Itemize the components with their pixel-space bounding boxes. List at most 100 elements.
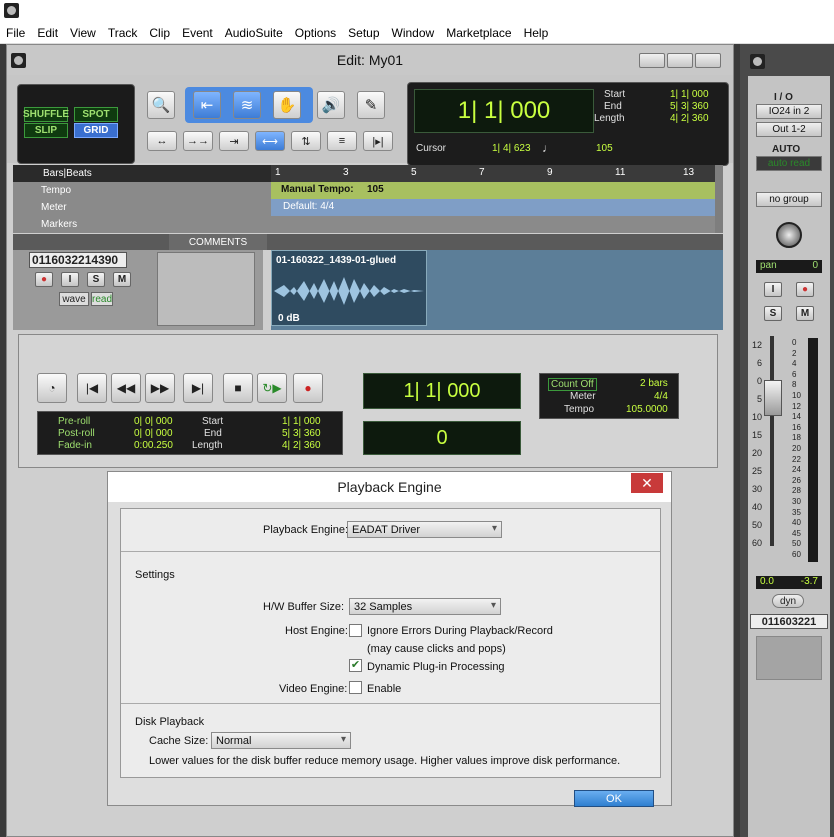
menu-marketplace[interactable]: Marketplace [440, 26, 517, 40]
tempo-ruler[interactable]: Manual Tempo: 105 [271, 182, 715, 199]
preroll-value[interactable]: 0| 0| 000 [134, 416, 173, 427]
menu-setup[interactable]: Setup [342, 26, 385, 40]
mute-button[interactable]: M [113, 272, 131, 287]
dynamic-plugin-checkbox[interactable]: ✔ [349, 659, 362, 672]
transport-sub-counter[interactable]: 0 [363, 421, 521, 455]
menu-options[interactable]: Options [289, 26, 342, 40]
tab-to-transient-button[interactable]: →→ [183, 131, 213, 151]
track-name[interactable]: 0116032214390 [29, 252, 127, 268]
fadein-label[interactable]: Fade-in [58, 440, 92, 451]
input-monitor-button[interactable]: I [61, 272, 79, 287]
minimize-button[interactable] [639, 53, 665, 68]
dialog-title-bar[interactable]: Playback Engine ✕ [108, 472, 671, 502]
start-value[interactable]: 1| 1| 000 [670, 89, 709, 100]
menu-window[interactable]: Window [386, 26, 441, 40]
close-window-button[interactable] [695, 53, 721, 68]
pan-display[interactable]: pan 0 [756, 260, 822, 273]
shuffle-mode-button[interactable]: SHUFFLE [23, 107, 69, 122]
ok-button[interactable]: OK [574, 790, 654, 807]
grabber-tool-button[interactable]: ✋ [273, 91, 301, 119]
markers-ruler-label[interactable]: Markers [13, 216, 271, 233]
menu-view[interactable]: View [64, 26, 102, 40]
menu-track[interactable]: Track [102, 26, 144, 40]
automation-mode-selector[interactable]: auto read [756, 156, 822, 171]
fast-forward-button[interactable]: ▶▶ [145, 373, 175, 403]
solo-button[interactable]: S [87, 272, 105, 287]
tempo-value[interactable]: 105.0000 [626, 404, 668, 415]
selector-tool-button[interactable]: ≋ [233, 91, 261, 119]
link-track-button[interactable]: ⇅ [291, 131, 321, 151]
end-value[interactable]: 5| 3| 360 [282, 428, 321, 439]
output-selector[interactable]: Out 1-2 [756, 122, 822, 137]
record-enable-button[interactable]: ● [796, 282, 814, 297]
rewind-button[interactable]: ◀◀ [111, 373, 141, 403]
insertion-follows-button[interactable]: ≡ [327, 131, 357, 151]
slip-mode-button[interactable]: SLIP [24, 123, 68, 138]
track-view-selector[interactable]: wave [59, 292, 89, 306]
menu-audiosuite[interactable]: AudioSuite [219, 26, 289, 40]
zoom-toggle-button[interactable]: ↔ [147, 131, 177, 151]
dialog-close-button[interactable]: ✕ [631, 473, 663, 493]
tempo-ruler-label[interactable]: Tempo [13, 182, 271, 199]
transport-main-counter[interactable]: 1| 1| 000 [363, 373, 521, 409]
end-value[interactable]: 5| 3| 360 [670, 101, 709, 112]
stop-button[interactable]: ■ [223, 373, 253, 403]
video-engine-checkbox[interactable] [349, 681, 362, 694]
input-monitor-button[interactable]: I [764, 282, 782, 297]
menu-clip[interactable]: Clip [143, 26, 176, 40]
audio-clip[interactable]: 01-160322_1439-01-glued 0 dB [271, 250, 427, 326]
playback-engine-select[interactable]: EADAT Driver [347, 521, 502, 538]
comments-field[interactable] [756, 636, 822, 680]
markers-ruler[interactable] [271, 216, 715, 233]
link-timeline-button[interactable]: ⟷ [255, 131, 285, 151]
automation-mode-selector[interactable]: read [91, 292, 113, 306]
play-button[interactable]: ↻▶ [257, 373, 287, 403]
menu-help[interactable]: Help [518, 26, 555, 40]
postroll-label[interactable]: Post-roll [58, 428, 95, 439]
input-selector[interactable]: IO24 in 2 [756, 104, 822, 119]
meter-ruler-label[interactable]: Meter [13, 199, 271, 216]
channel-name[interactable]: 011603221 [750, 614, 828, 629]
solo-button[interactable]: S [764, 306, 782, 321]
timebase-ruler-label[interactable]: Bars|Beats [13, 165, 271, 182]
track-playlist-area[interactable]: 01-160322_1439-01-glued 0 dB [271, 250, 723, 330]
scrubber-tool-button[interactable]: 🔊 [317, 91, 345, 119]
record-enable-button[interactable]: ● [35, 272, 53, 287]
dyn-button[interactable]: dyn [772, 594, 804, 608]
menu-edit[interactable]: Edit [31, 26, 64, 40]
pencil-tool-button[interactable]: ✎ [357, 91, 385, 119]
zoom-tool-button[interactable]: 🔍 [147, 91, 175, 119]
playback-cursor-button[interactable]: |▸| [363, 131, 393, 151]
comments-field[interactable] [157, 252, 255, 326]
volume-fader-handle[interactable] [764, 380, 782, 416]
edit-window-title-bar[interactable]: Edit: My01 [7, 45, 733, 75]
length-value[interactable]: 4| 2| 360 [670, 113, 709, 124]
length-value[interactable]: 4| 2| 360 [282, 440, 321, 451]
buffer-size-select[interactable]: 32 Samples [349, 598, 501, 615]
preroll-label[interactable]: Pre-roll [58, 416, 90, 427]
cache-size-select[interactable]: Normal [211, 732, 351, 749]
return-to-zero-button[interactable]: |◀ [77, 373, 107, 403]
grid-value[interactable]: 105 [596, 143, 613, 154]
ignore-errors-checkbox[interactable] [349, 624, 362, 637]
volume-display[interactable]: 0.0 -3.7 [756, 576, 822, 589]
menu-file[interactable]: File [0, 26, 31, 40]
start-value[interactable]: 1| 1| 000 [282, 416, 321, 427]
go-to-end-button[interactable]: ▶| [183, 373, 213, 403]
postroll-value[interactable]: 0| 0| 000 [134, 428, 173, 439]
bars-ruler[interactable]: 1 3 5 7 9 11 13 [271, 165, 715, 182]
main-counter[interactable]: 1| 1| 000 [414, 89, 594, 133]
record-button[interactable]: ● [293, 373, 323, 403]
menu-event[interactable]: Event [176, 26, 219, 40]
pan-knob[interactable] [776, 222, 802, 248]
count-off-button[interactable]: Count Off [548, 378, 597, 391]
spot-mode-button[interactable]: SPOT [74, 107, 118, 122]
online-button[interactable]: ◔ [37, 373, 67, 403]
trim-tool-button[interactable]: ⇤ [193, 91, 221, 119]
meter-value[interactable]: 4/4 [654, 391, 668, 402]
mirrored-midi-button[interactable]: ⇥ [219, 131, 249, 151]
mute-button[interactable]: M [796, 306, 814, 321]
zoom-button[interactable] [667, 53, 693, 68]
fadein-value[interactable]: 0:00.250 [134, 440, 173, 451]
grid-mode-button[interactable]: GRID [74, 123, 118, 138]
